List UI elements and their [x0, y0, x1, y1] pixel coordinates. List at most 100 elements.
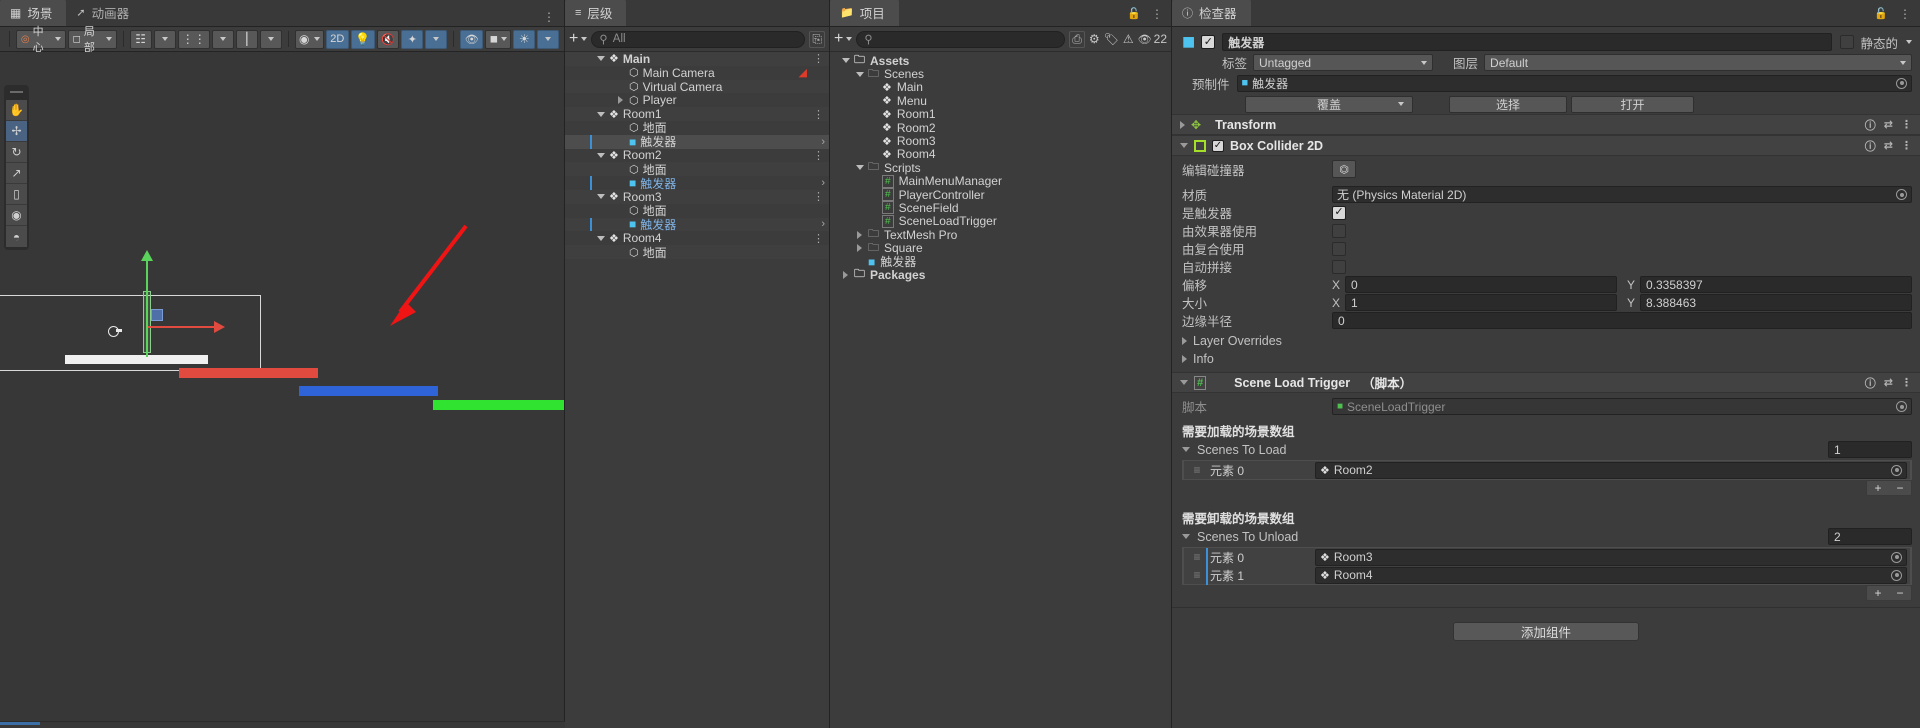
object-picker-icon[interactable]: [1891, 569, 1902, 581]
custom-editor-tool-button[interactable]: ◓: [6, 226, 27, 247]
scene-object-field[interactable]: ❖ Room2: [1315, 461, 1907, 479]
hierarchy-item-地面[interactable]: ⬡ 地面: [565, 162, 829, 177]
overrides-dropdown[interactable]: 覆盖: [1245, 95, 1413, 113]
inspector-kebab-menu[interactable]: ⋮: [1899, 8, 1911, 20]
prefab-open-arrow[interactable]: ›: [821, 177, 825, 189]
lock-icon[interactable]: 🔓: [1127, 7, 1141, 20]
tools-drag-handle[interactable]: [10, 91, 23, 95]
chevron-down-icon[interactable]: [854, 71, 865, 77]
project-item-Assets[interactable]: 🗀 Assets: [830, 54, 1171, 68]
hierarchy-search-input[interactable]: ⚲ All: [591, 30, 806, 48]
transform-tool-button[interactable]: ◉: [6, 205, 27, 226]
array-element-row[interactable]: ≡ 元素 0 ❖ Room3: [1183, 547, 1911, 567]
project-label-icon[interactable]: 🏷: [1104, 32, 1119, 46]
project-filter-type-icon[interactable]: ⚙: [1089, 32, 1100, 46]
project-item-Room4[interactable]: ❖ Room4: [830, 147, 1171, 161]
tab-project[interactable]: 📁 项目: [830, 0, 899, 26]
scale-tool-button[interactable]: ↗: [6, 163, 27, 184]
scene-visibility-button[interactable]: 👁: [460, 29, 484, 49]
hierarchy-item-地面[interactable]: ⬡ 地面: [565, 204, 829, 218]
chevron-down-icon[interactable]: [595, 194, 606, 200]
scenes-to-load-foldout[interactable]: Scenes To Load 1: [1182, 441, 1912, 458]
gizmo-center-cube[interactable]: [151, 309, 163, 321]
array-element-row[interactable]: ≡ 元素 1 ❖ Room4: [1183, 565, 1911, 585]
hierarchy-item-Room3[interactable]: ❖ Room3 ⋮: [565, 190, 829, 204]
info-foldout[interactable]: Info: [1182, 350, 1912, 367]
gizmo-y-arrow[interactable]: [141, 250, 153, 261]
drag-handle-icon[interactable]: ≡: [1184, 463, 1210, 477]
box-collider-enabled-checkbox[interactable]: ✓: [1212, 139, 1224, 152]
project-hidden-count[interactable]: 👁 22: [1138, 32, 1167, 46]
hierarchy-item-Room2[interactable]: ❖ Room2 ⋮: [565, 148, 829, 162]
project-item-触发器[interactable]: ■ 触发器: [830, 255, 1171, 270]
used-by-composite-checkbox[interactable]: [1332, 241, 1346, 256]
help-icon[interactable]: ⓘ: [1865, 375, 1876, 391]
used-by-effector-checkbox[interactable]: [1332, 223, 1346, 238]
project-warning-icon[interactable]: ⚠: [1123, 32, 1134, 46]
project-item-PlayerController[interactable]: # PlayerController: [830, 188, 1171, 202]
scenes-to-unload-add-remove[interactable]: + −: [1866, 585, 1912, 601]
hierarchy-row-menu[interactable]: ⋮: [813, 149, 824, 162]
hierarchy-item-触发器[interactable]: ■ 触发器 ›: [565, 176, 829, 191]
preset-icon[interactable]: ⇄: [1884, 139, 1893, 152]
offset-x-input[interactable]: 0: [1345, 276, 1617, 293]
help-icon[interactable]: ⓘ: [1865, 138, 1876, 154]
project-item-Main[interactable]: ❖ Main: [830, 80, 1171, 94]
edge-radius-input[interactable]: 0: [1332, 312, 1912, 329]
project-search-input[interactable]: ⚲: [856, 30, 1066, 48]
project-item-Scenes[interactable]: 🗀 Scenes: [830, 67, 1171, 81]
chevron-down-icon[interactable]: [595, 152, 606, 158]
grid-snap-button[interactable]: ☷: [129, 29, 152, 49]
tab-hierarchy[interactable]: ≡ 层级: [565, 0, 627, 26]
preset-icon[interactable]: ⇄: [1884, 118, 1893, 131]
scene-object-field[interactable]: ❖ Room4: [1315, 566, 1907, 584]
scene-kebab-menu[interactable]: ⋮: [543, 11, 564, 26]
select-prefab-button[interactable]: 选择: [1449, 95, 1567, 113]
scenes-to-load-add-remove[interactable]: + −: [1866, 480, 1912, 496]
hand-tool-button[interactable]: ✋: [6, 100, 27, 121]
rotate-tool-button[interactable]: ↻: [6, 142, 27, 163]
project-item-SceneLoadTrigger[interactable]: # SceneLoadTrigger: [830, 214, 1171, 228]
gizmo-x-arrow[interactable]: [214, 321, 225, 333]
add-element-button[interactable]: +: [1867, 481, 1889, 495]
hierarchy-item-触发器[interactable]: ■ 触发器 ›: [565, 217, 829, 232]
space-mode-button[interactable]: ◻ 局部: [67, 26, 117, 54]
gizmo-x-axis[interactable]: [148, 326, 216, 328]
object-picker-icon[interactable]: [1891, 464, 1902, 476]
project-item-Room3[interactable]: ❖ Room3: [830, 134, 1171, 148]
component-box-collider-header[interactable]: ✓ Box Collider 2D ⓘ ⇄ ⋮: [1172, 135, 1920, 156]
move-tool-button[interactable]: ✢: [6, 121, 27, 142]
chevron-right-icon[interactable]: [1180, 120, 1185, 129]
chevron-down-icon[interactable]: [1180, 380, 1188, 385]
project-tree[interactable]: 🗀 Assets 🗀 Scenes ❖ Main ❖ Menu ❖ Room1 ❖ Room2 ❖ Roo…: [830, 52, 1171, 728]
toggle-2d-button[interactable]: 2D: [325, 29, 349, 49]
script-object-field[interactable]: ■ SceneLoadTrigger: [1332, 398, 1912, 415]
kebab-menu-icon[interactable]: ⋮: [1901, 139, 1912, 152]
gizmos-button[interactable]: ☀: [513, 29, 536, 49]
hierarchy-row-menu[interactable]: ⋮: [813, 232, 824, 245]
hierarchy-item-Room1[interactable]: ❖ Room1 ⋮: [565, 107, 829, 121]
hierarchy-row-menu[interactable]: ⋮: [813, 108, 824, 121]
project-item-SceneField[interactable]: # SceneField: [830, 201, 1171, 215]
layer-overrides-foldout[interactable]: Layer Overrides: [1182, 332, 1912, 349]
preset-icon[interactable]: ⇄: [1884, 376, 1893, 389]
scenes-to-unload-size-input[interactable]: 2: [1828, 528, 1912, 545]
offset-y-input[interactable]: 0.3358397: [1640, 276, 1912, 293]
prefab-open-arrow[interactable]: ›: [821, 218, 825, 230]
array-element-row[interactable]: ≡ 元素 0 ❖ Room2: [1183, 461, 1911, 479]
scene-viewport[interactable]: ✋ ✢ ↻ ↗ ▯ ◉ ◓: [0, 52, 564, 728]
material-object-field[interactable]: 无 (Physics Material 2D): [1332, 186, 1912, 203]
prefab-picker-icon[interactable]: [1896, 77, 1907, 89]
project-item-Scripts[interactable]: 🗀 Scripts: [830, 161, 1171, 175]
open-prefab-button[interactable]: 打开: [1571, 95, 1694, 113]
rect-tool-button[interactable]: ▯: [6, 184, 27, 205]
tab-inspector[interactable]: ⓘ 检查器: [1172, 0, 1251, 26]
toggle-lighting-button[interactable]: 💡: [350, 29, 375, 49]
ruler-dropdown[interactable]: [259, 29, 282, 49]
scenes-to-unload-foldout[interactable]: Scenes To Unload 2: [1182, 528, 1912, 545]
add-element-button[interactable]: +: [1867, 586, 1889, 600]
hierarchy-row-menu[interactable]: ⋮: [813, 52, 824, 65]
hierarchy-row-menu[interactable]: ⋮: [813, 190, 824, 203]
hierarchy-item-触发器[interactable]: ■ 触发器 ›: [565, 135, 829, 149]
object-picker-icon[interactable]: [1891, 551, 1902, 563]
